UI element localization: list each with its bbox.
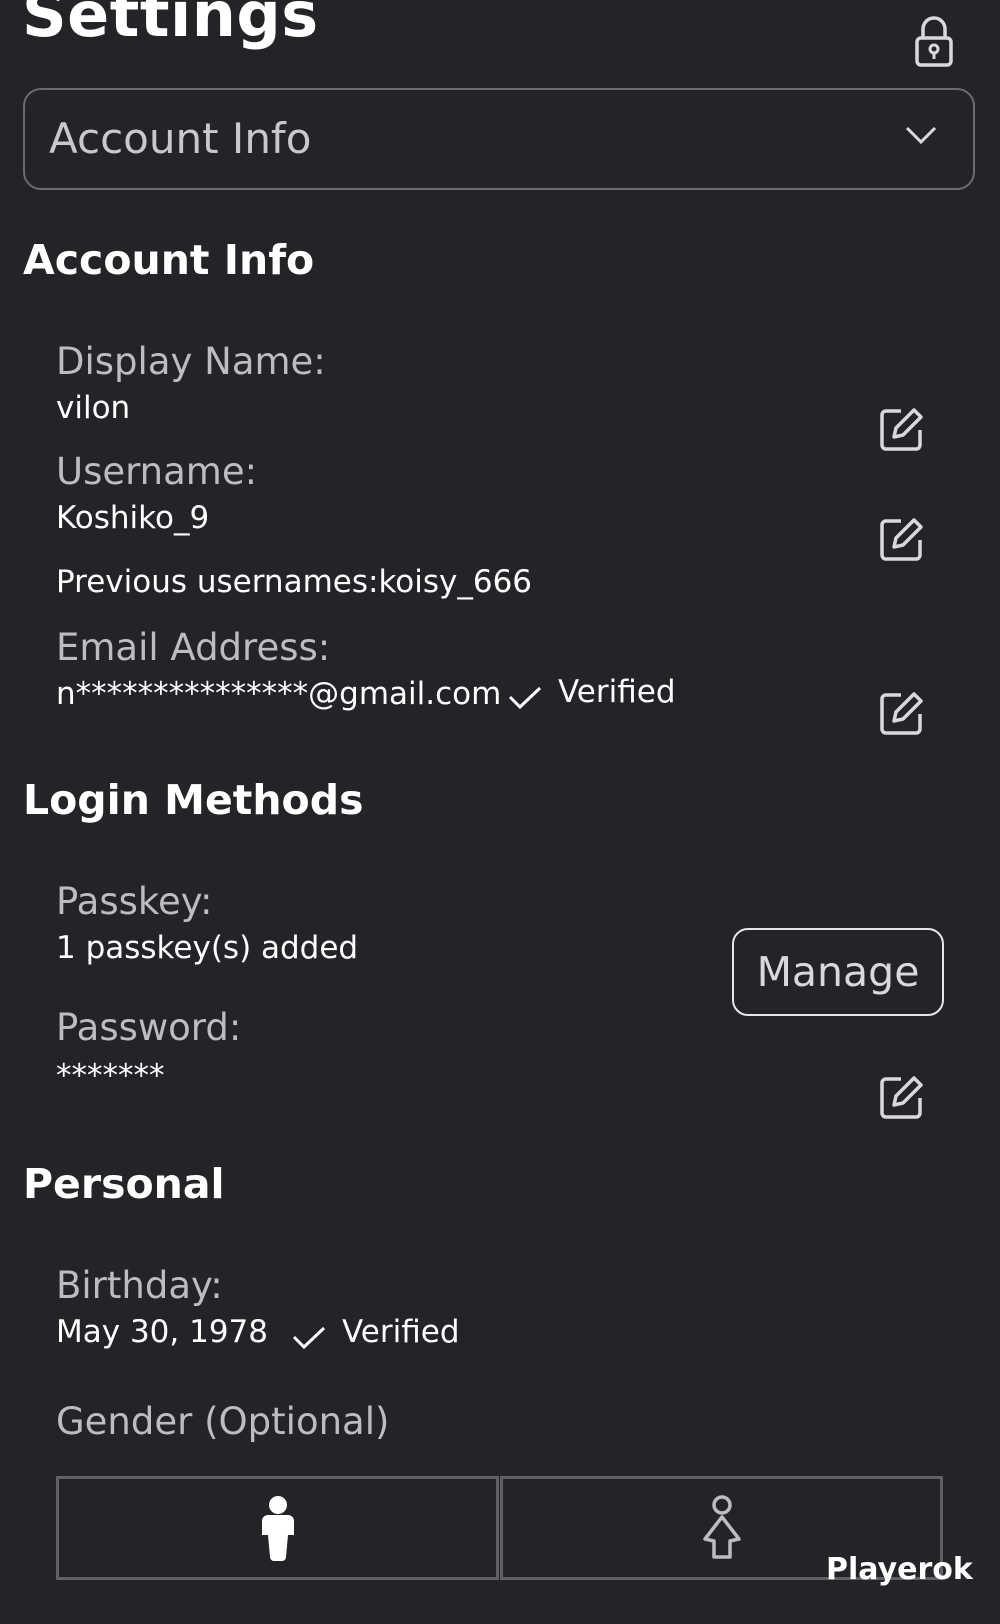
password-value: ******* [56,1058,165,1094]
gender-male-option[interactable] [56,1476,499,1580]
display-name-value: vilon [56,390,131,426]
edit-password-icon[interactable] [879,1074,925,1120]
birthday-verified-status: Verified [342,1314,460,1350]
display-name-label: Display Name: [56,340,326,383]
lock-icon[interactable] [914,16,954,68]
female-icon [702,1495,741,1559]
birthday-value: May 30, 1978 [56,1314,268,1350]
password-label: Password: [56,1006,242,1049]
check-icon [292,1326,326,1350]
login-methods-heading: Login Methods [23,776,364,824]
section-dropdown[interactable]: Account Info [23,88,975,190]
previous-usernames: Previous usernames:koisy_666 [56,564,533,600]
edit-username-icon[interactable] [879,516,925,562]
watermark: Playerok [826,1552,973,1587]
personal-heading: Personal [23,1160,225,1208]
email-label: Email Address: [56,626,331,669]
passkey-label: Passkey: [56,880,213,923]
passkey-value: 1 passkey(s) added [56,930,359,966]
birthday-label: Birthday: [56,1264,223,1307]
email-verified-status: Verified [558,674,676,710]
manage-passkey-button[interactable]: Manage [732,928,944,1016]
account-info-heading: Account Info [23,236,315,284]
email-value: n***************@gmail.com [56,676,502,712]
username-label: Username: [56,450,258,493]
username-value: Koshiko_9 [56,500,210,536]
page-title: Settings [22,0,319,51]
dropdown-selected-value: Account Info [49,114,312,163]
edit-display-name-icon[interactable] [879,406,925,452]
chevron-down-icon [905,124,937,146]
edit-email-icon[interactable] [879,690,925,736]
gender-label: Gender (Optional) [56,1400,390,1443]
male-icon [261,1496,294,1561]
check-icon [508,686,542,710]
